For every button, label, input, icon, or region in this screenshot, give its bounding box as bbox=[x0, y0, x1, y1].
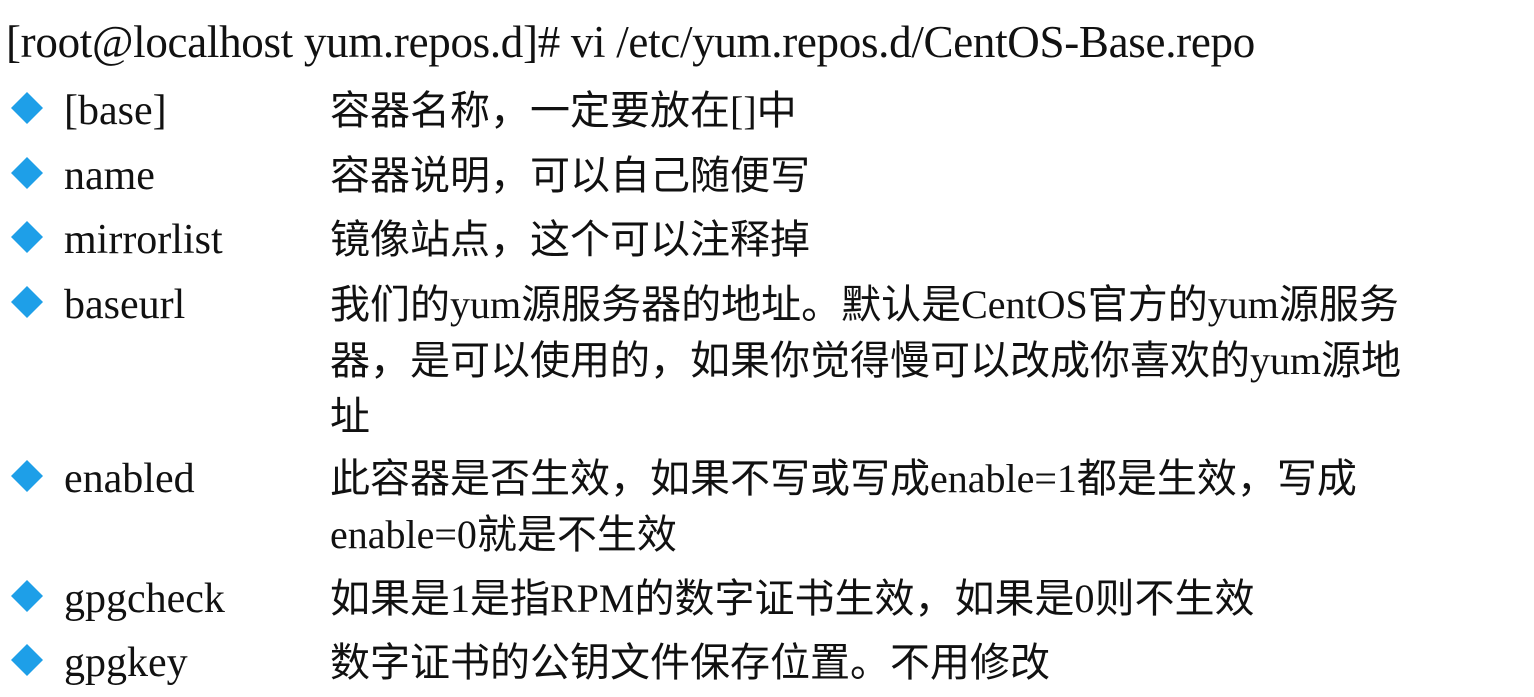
blue-diamond-icon bbox=[10, 285, 44, 325]
term-baseurl: baseurl bbox=[64, 282, 186, 328]
blue-diamond-icon bbox=[10, 643, 44, 683]
blue-diamond-icon bbox=[10, 579, 44, 619]
term-gpgcheck: gpgcheck bbox=[64, 576, 225, 622]
desc-gpgkey: 数字证书的公钥文件保存位置。不用修改 bbox=[330, 640, 1050, 685]
desc-name: 容器说明，可以自己随便写 bbox=[330, 153, 810, 198]
blue-diamond-icon bbox=[10, 459, 44, 499]
command-line: [root@localhost yum.repos.d]# vi /etc/yu… bbox=[6, 17, 1255, 67]
term-base: [base] bbox=[64, 88, 167, 134]
desc-baseurl: 我们的yum源服务器的地址。默认是CentOS官方的yum源服务 器，是可以使用… bbox=[330, 282, 1402, 439]
desc-enabled: 此容器是否生效，如果不写或写成enable=1都是生效，写成 enable=0就… bbox=[330, 456, 1357, 557]
blue-diamond-icon bbox=[10, 156, 44, 196]
desc-base: 容器名称，一定要放在[]中 bbox=[330, 88, 797, 133]
term-name: name bbox=[64, 153, 155, 199]
term-mirrorlist: mirrorlist bbox=[64, 217, 223, 263]
desc-mirrorlist: 镜像站点，这个可以注释掉 bbox=[330, 217, 810, 262]
term-gpgkey: gpgkey bbox=[64, 640, 188, 686]
blue-diamond-icon bbox=[10, 220, 44, 260]
blue-diamond-icon bbox=[10, 91, 44, 131]
desc-gpgcheck: 如果是1是指RPM的数字证书生效，如果是0则不生效 bbox=[330, 576, 1255, 621]
term-enabled: enabled bbox=[64, 456, 195, 502]
